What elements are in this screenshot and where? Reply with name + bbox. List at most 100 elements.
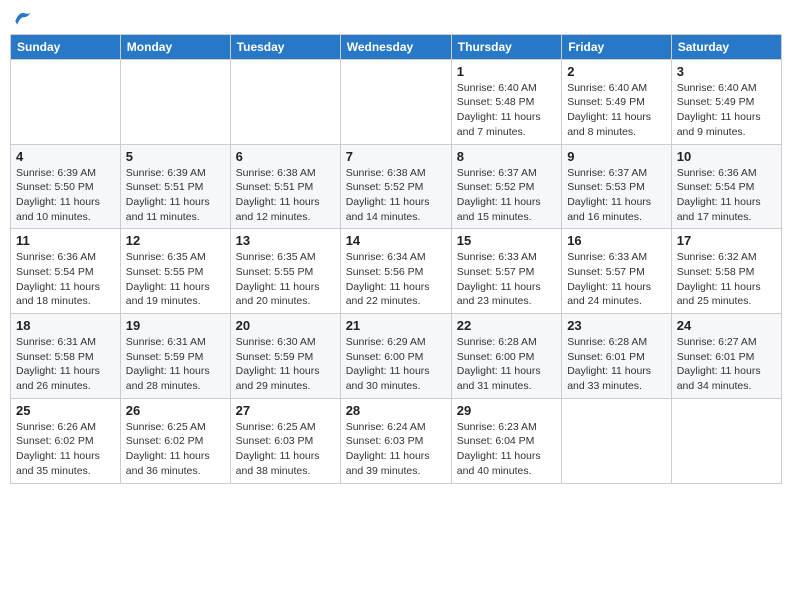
day-info: Sunrise: 6:23 AMSunset: 6:04 PMDaylight:… [457, 420, 556, 479]
calendar-cell [11, 59, 121, 144]
day-info: Sunrise: 6:39 AMSunset: 5:51 PMDaylight:… [126, 166, 225, 225]
day-header-friday: Friday [562, 34, 672, 59]
day-info: Sunrise: 6:33 AMSunset: 5:57 PMDaylight:… [567, 250, 666, 309]
calendar-cell: 18 Sunrise: 6:31 AMSunset: 5:58 PMDayligh… [11, 314, 121, 399]
calendar-cell: 17 Sunrise: 6:32 AMSunset: 5:58 PMDayligh… [671, 229, 781, 314]
calendar-cell [120, 59, 230, 144]
day-header-monday: Monday [120, 34, 230, 59]
calendar-cell: 6 Sunrise: 6:38 AMSunset: 5:51 PMDaylight… [230, 144, 340, 229]
day-number: 20 [236, 318, 335, 333]
day-info: Sunrise: 6:38 AMSunset: 5:51 PMDaylight:… [236, 166, 335, 225]
day-header-saturday: Saturday [671, 34, 781, 59]
day-info: Sunrise: 6:36 AMSunset: 5:54 PMDaylight:… [16, 250, 115, 309]
day-number: 21 [346, 318, 446, 333]
calendar-cell: 16 Sunrise: 6:33 AMSunset: 5:57 PMDayligh… [562, 229, 672, 314]
day-info: Sunrise: 6:31 AMSunset: 5:58 PMDaylight:… [16, 335, 115, 394]
day-number: 12 [126, 233, 225, 248]
day-header-thursday: Thursday [451, 34, 561, 59]
day-info: Sunrise: 6:32 AMSunset: 5:58 PMDaylight:… [677, 250, 776, 309]
calendar-cell [230, 59, 340, 144]
calendar-cell [671, 398, 781, 483]
calendar-cell: 24Sunrise: 6:27 AMSunset: 6:01 PMDayligh… [671, 314, 781, 399]
calendar-cell: 15Sunrise: 6:33 AMSunset: 5:57 PMDayligh… [451, 229, 561, 314]
calendar-cell: 8 Sunrise: 6:37 AMSunset: 5:52 PMDaylight… [451, 144, 561, 229]
day-number: 1 [457, 64, 556, 79]
calendar-cell [562, 398, 672, 483]
day-info: Sunrise: 6:36 AMSunset: 5:54 PMDaylight:… [677, 166, 776, 225]
logo-bird-icon [12, 8, 32, 28]
day-info: Sunrise: 6:29 AMSunset: 6:00 PMDaylight:… [346, 335, 446, 394]
calendar-cell: 19 Sunrise: 6:31 AMSunset: 5:59 PMDayligh… [120, 314, 230, 399]
day-info: Sunrise: 6:35 AMSunset: 5:55 PMDaylight:… [236, 250, 335, 309]
calendar-cell: 26 Sunrise: 6:25 AMSunset: 6:02 PMDayligh… [120, 398, 230, 483]
day-info: Sunrise: 6:26 AMSunset: 6:02 PMDaylight:… [16, 420, 115, 479]
page-header [10, 10, 782, 30]
day-number: 27 [236, 403, 335, 418]
calendar-week-row: 4 Sunrise: 6:39 AMSunset: 5:50 PMDaylight… [11, 144, 782, 229]
logo [10, 10, 32, 30]
calendar-cell: 22Sunrise: 6:28 AMSunset: 6:00 PMDayligh… [451, 314, 561, 399]
day-number: 13 [236, 233, 335, 248]
day-info: Sunrise: 6:25 AMSunset: 6:02 PMDaylight:… [126, 420, 225, 479]
day-number: 10 [677, 149, 776, 164]
day-number: 8 [457, 149, 556, 164]
calendar-cell: 9 Sunrise: 6:37 AMSunset: 5:53 PMDaylight… [562, 144, 672, 229]
day-number: 26 [126, 403, 225, 418]
day-number: 14 [346, 233, 446, 248]
day-header-tuesday: Tuesday [230, 34, 340, 59]
day-info: Sunrise: 6:31 AMSunset: 5:59 PMDaylight:… [126, 335, 225, 394]
day-number: 22 [457, 318, 556, 333]
day-number: 25 [16, 403, 115, 418]
day-number: 4 [16, 149, 115, 164]
day-number: 2 [567, 64, 666, 79]
calendar-cell: 14 Sunrise: 6:34 AMSunset: 5:56 PMDayligh… [340, 229, 451, 314]
day-number: 28 [346, 403, 446, 418]
calendar-cell: 4 Sunrise: 6:39 AMSunset: 5:50 PMDaylight… [11, 144, 121, 229]
day-number: 29 [457, 403, 556, 418]
day-info: Sunrise: 6:25 AMSunset: 6:03 PMDaylight:… [236, 420, 335, 479]
calendar-cell: 27 Sunrise: 6:25 AMSunset: 6:03 PMDayligh… [230, 398, 340, 483]
day-number: 16 [567, 233, 666, 248]
day-number: 9 [567, 149, 666, 164]
day-info: Sunrise: 6:34 AMSunset: 5:56 PMDaylight:… [346, 250, 446, 309]
calendar-cell: 2 Sunrise: 6:40 AMSunset: 5:49 PMDaylight… [562, 59, 672, 144]
day-number: 23 [567, 318, 666, 333]
calendar-cell: 29 Sunrise: 6:23 AMSunset: 6:04 PMDayligh… [451, 398, 561, 483]
calendar-week-row: 1 Sunrise: 6:40 AMSunset: 5:48 PMDaylight… [11, 59, 782, 144]
calendar-cell: 11 Sunrise: 6:36 AMSunset: 5:54 PMDayligh… [11, 229, 121, 314]
calendar-cell: 3 Sunrise: 6:40 AMSunset: 5:49 PMDaylight… [671, 59, 781, 144]
calendar-table: SundayMondayTuesdayWednesdayThursdayFrid… [10, 34, 782, 484]
day-info: Sunrise: 6:30 AMSunset: 5:59 PMDaylight:… [236, 335, 335, 394]
calendar-cell: 7 Sunrise: 6:38 AMSunset: 5:52 PMDaylight… [340, 144, 451, 229]
day-info: Sunrise: 6:40 AMSunset: 5:48 PMDaylight:… [457, 81, 556, 140]
calendar-cell [340, 59, 451, 144]
day-info: Sunrise: 6:27 AMSunset: 6:01 PMDaylight:… [677, 335, 776, 394]
day-number: 5 [126, 149, 225, 164]
day-number: 19 [126, 318, 225, 333]
day-number: 17 [677, 233, 776, 248]
day-number: 7 [346, 149, 446, 164]
day-number: 3 [677, 64, 776, 79]
calendar-cell: 10 Sunrise: 6:36 AMSunset: 5:54 PMDayligh… [671, 144, 781, 229]
day-info: Sunrise: 6:40 AMSunset: 5:49 PMDaylight:… [677, 81, 776, 140]
day-info: Sunrise: 6:39 AMSunset: 5:50 PMDaylight:… [16, 166, 115, 225]
calendar-cell: 20 Sunrise: 6:30 AMSunset: 5:59 PMDayligh… [230, 314, 340, 399]
day-number: 18 [16, 318, 115, 333]
day-info: Sunrise: 6:38 AMSunset: 5:52 PMDaylight:… [346, 166, 446, 225]
day-number: 6 [236, 149, 335, 164]
day-info: Sunrise: 6:40 AMSunset: 5:49 PMDaylight:… [567, 81, 666, 140]
calendar-cell: 25 Sunrise: 6:26 AMSunset: 6:02 PMDayligh… [11, 398, 121, 483]
day-info: Sunrise: 6:33 AMSunset: 5:57 PMDaylight:… [457, 250, 556, 309]
day-info: Sunrise: 6:24 AMSunset: 6:03 PMDaylight:… [346, 420, 446, 479]
day-info: Sunrise: 6:37 AMSunset: 5:52 PMDaylight:… [457, 166, 556, 225]
day-info: Sunrise: 6:35 AMSunset: 5:55 PMDaylight:… [126, 250, 225, 309]
calendar-week-row: 25 Sunrise: 6:26 AMSunset: 6:02 PMDayligh… [11, 398, 782, 483]
day-header-wednesday: Wednesday [340, 34, 451, 59]
day-number: 11 [16, 233, 115, 248]
day-header-sunday: Sunday [11, 34, 121, 59]
calendar-cell: 13 Sunrise: 6:35 AMSunset: 5:55 PMDayligh… [230, 229, 340, 314]
day-info: Sunrise: 6:37 AMSunset: 5:53 PMDaylight:… [567, 166, 666, 225]
calendar-cell: 5 Sunrise: 6:39 AMSunset: 5:51 PMDaylight… [120, 144, 230, 229]
calendar-week-row: 18 Sunrise: 6:31 AMSunset: 5:58 PMDayligh… [11, 314, 782, 399]
calendar-cell: 1 Sunrise: 6:40 AMSunset: 5:48 PMDaylight… [451, 59, 561, 144]
